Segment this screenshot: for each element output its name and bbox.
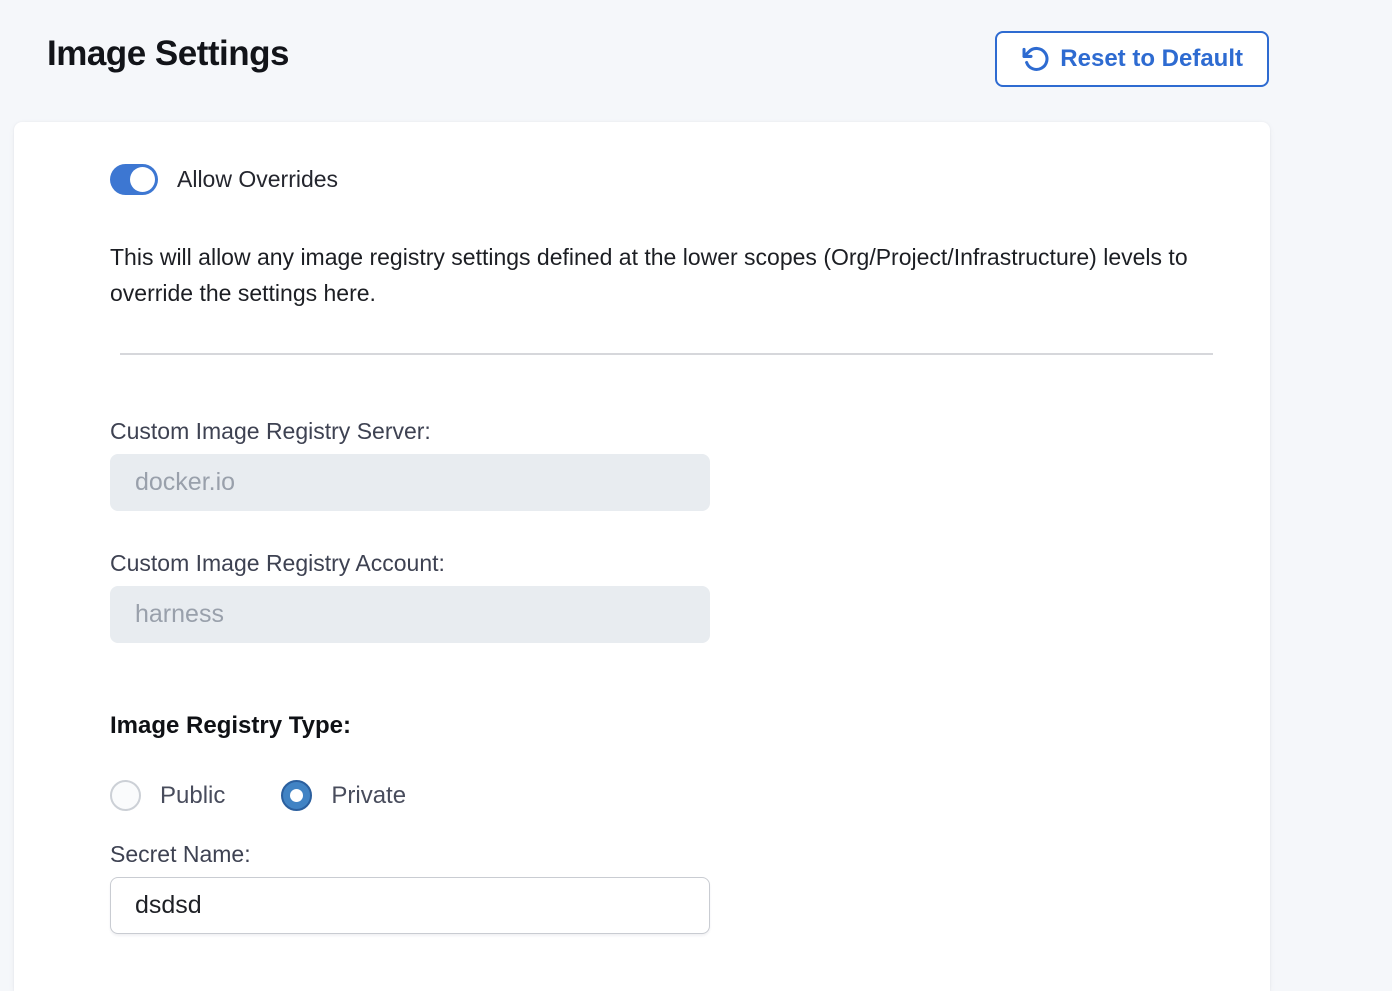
overrides-description: This will allow any image registry setti… <box>110 239 1228 311</box>
registry-type-radio-group: Public Private <box>110 780 1270 811</box>
reset-icon <box>1021 45 1049 73</box>
radio-option-private[interactable]: Private <box>281 780 406 811</box>
image-settings-card: Allow Overrides This will allow any imag… <box>14 122 1270 991</box>
registry-account-input[interactable] <box>110 586 710 643</box>
secret-name-label: Secret Name: <box>110 841 1270 868</box>
allow-overrides-label: Allow Overrides <box>177 166 338 193</box>
reset-button-label: Reset to Default <box>1060 45 1243 73</box>
radio-option-public[interactable]: Public <box>110 780 225 811</box>
reset-to-default-button[interactable]: Reset to Default <box>995 31 1269 87</box>
section-divider <box>120 353 1213 355</box>
registry-server-label: Custom Image Registry Server: <box>110 418 1270 445</box>
allow-overrides-row: Allow Overrides <box>110 163 1270 195</box>
public-radio-button[interactable] <box>110 780 141 811</box>
private-radio-label: Private <box>331 782 406 810</box>
secret-name-input[interactable] <box>110 877 710 934</box>
allow-overrides-toggle[interactable] <box>110 164 158 195</box>
page-header: Image Settings Reset to Default <box>0 0 1392 122</box>
registry-account-label: Custom Image Registry Account: <box>110 550 1270 577</box>
registry-server-input[interactable] <box>110 454 710 511</box>
page-title: Image Settings <box>47 34 289 74</box>
toggle-knob <box>130 167 155 192</box>
private-radio-button[interactable] <box>281 780 312 811</box>
registry-type-label: Image Registry Type: <box>110 712 1270 740</box>
public-radio-label: Public <box>160 782 225 810</box>
